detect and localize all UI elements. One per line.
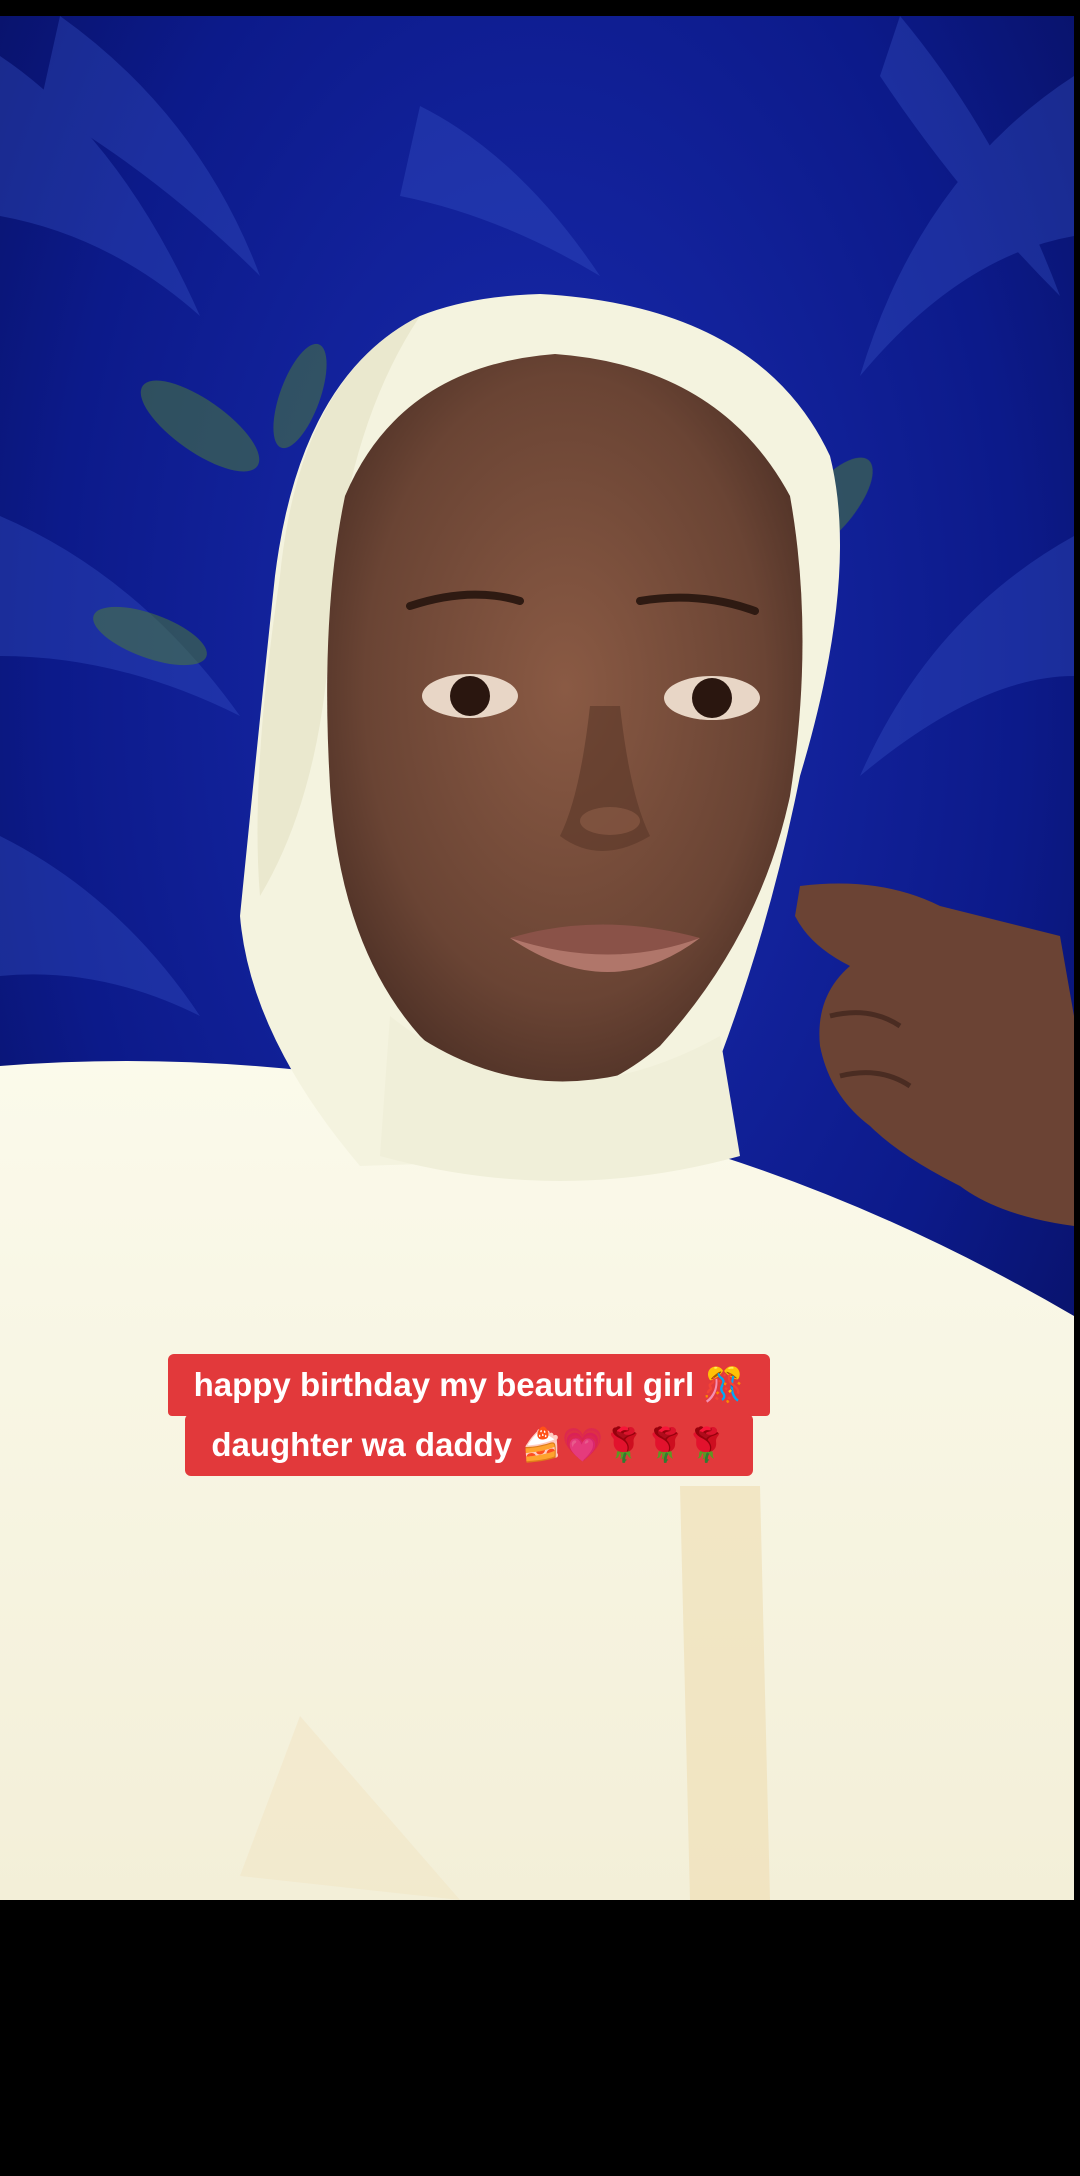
right-letterbox xyxy=(1074,0,1080,1900)
caption-line-1: happy birthday my beautiful girl 🎊 xyxy=(167,1354,771,1416)
caption-line-2: daughter wa daddy 🍰💗🌹🌹🌹 xyxy=(185,1414,753,1476)
top-letterbox xyxy=(0,0,1080,16)
selfie-photo xyxy=(0,16,1074,1900)
caption-sticker: happy birthday my beautiful girl 🎊 daugh… xyxy=(167,1354,771,1476)
video-frame[interactable]: happy birthday my beautiful girl 🎊 daugh… xyxy=(0,16,1074,1900)
bottom-letterbox xyxy=(0,1900,1080,2176)
